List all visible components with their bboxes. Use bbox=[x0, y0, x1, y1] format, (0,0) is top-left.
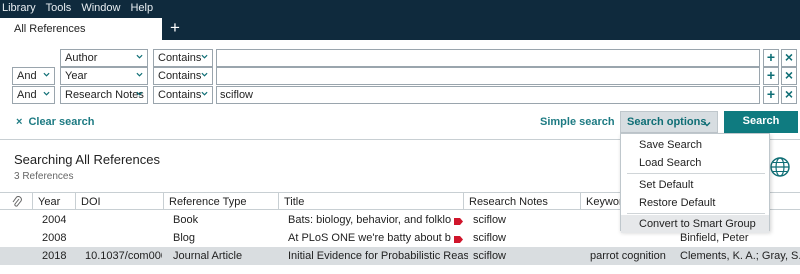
chevron-down-icon bbox=[43, 71, 50, 78]
chevron-down-icon bbox=[136, 90, 143, 97]
simple-search-link[interactable]: Simple search bbox=[540, 116, 615, 128]
results-count: 3 References bbox=[14, 171, 74, 182]
cell-year: 2018 bbox=[42, 250, 67, 262]
remove-row-button[interactable]: × bbox=[781, 67, 797, 85]
menu-library[interactable]: Library bbox=[2, 2, 36, 14]
chevron-down-icon bbox=[201, 90, 208, 97]
cell-author: Clements, K. A.; Gray, S. bbox=[680, 250, 800, 262]
menu-bar: Library Tools Window Help bbox=[0, 0, 800, 16]
menu-item-load-search[interactable]: Load Search bbox=[621, 154, 769, 172]
cell-reference-type: Blog bbox=[173, 232, 196, 244]
cell-title: At PLoS ONE we're batty about bats bbox=[288, 232, 451, 244]
menu-item-restore-default[interactable]: Restore Default bbox=[621, 194, 769, 212]
field-dropdown-label: Author bbox=[65, 52, 98, 64]
cell-research-notes: sciflow bbox=[473, 232, 507, 244]
boolean-dropdown-3[interactable]: And bbox=[12, 86, 55, 104]
search-row-2: And Year Contains + × bbox=[0, 67, 800, 85]
menu-item-save-search[interactable]: Save Search bbox=[621, 136, 769, 154]
operator-dropdown-label: Contains bbox=[158, 89, 202, 101]
chevron-down-icon bbox=[703, 119, 711, 131]
cell-title: Bats: biology, behavior, and folklore bbox=[288, 214, 451, 226]
attachment-column-header[interactable] bbox=[0, 193, 32, 210]
add-row-button[interactable]: + bbox=[763, 49, 779, 67]
search-options-button[interactable]: Search options bbox=[620, 111, 718, 133]
menu-window[interactable]: Window bbox=[81, 2, 120, 14]
search-value-input-3[interactable]: sciflow bbox=[216, 86, 760, 104]
boolean-dropdown-2[interactable]: And bbox=[12, 67, 55, 85]
menu-separator bbox=[627, 173, 765, 174]
field-dropdown-2[interactable]: Year bbox=[60, 67, 148, 85]
search-value-input-2[interactable] bbox=[216, 67, 760, 85]
tab-all-references[interactable]: All References bbox=[0, 18, 162, 40]
cell-title: Initial Evidence for Probabilistic Reaso… bbox=[288, 250, 468, 262]
chevron-down-icon bbox=[136, 53, 143, 60]
column-header-doi[interactable]: DOI bbox=[75, 193, 163, 210]
menu-help[interactable]: Help bbox=[130, 2, 153, 14]
chevron-down-icon bbox=[43, 90, 50, 97]
field-dropdown-label: Research Notes bbox=[65, 89, 144, 101]
chevron-down-icon bbox=[201, 53, 208, 60]
clear-search-link[interactable]: × Clear search bbox=[16, 116, 94, 128]
cell-reference-type: Journal Article bbox=[173, 250, 243, 262]
cell-research-notes: sciflow bbox=[473, 214, 507, 226]
cell-year: 2008 bbox=[42, 232, 67, 244]
cell-research-notes: sciflow bbox=[473, 250, 507, 262]
clear-search-label: Clear search bbox=[28, 116, 95, 128]
menu-item-set-default[interactable]: Set Default bbox=[621, 176, 769, 194]
chevron-down-icon bbox=[136, 71, 143, 78]
chevron-down-icon bbox=[201, 71, 208, 78]
operator-dropdown-3[interactable]: Contains bbox=[153, 86, 213, 104]
boolean-dropdown-label: And bbox=[17, 70, 37, 82]
search-options-menu: Save Search Load Search Set Default Rest… bbox=[620, 133, 770, 233]
cell-doi bbox=[80, 211, 85, 229]
menu-separator bbox=[627, 213, 765, 214]
column-header-year[interactable]: Year bbox=[32, 193, 75, 210]
menu-item-convert-to-smart-group[interactable]: Convert to Smart Group bbox=[621, 215, 769, 233]
search-value-input-1[interactable] bbox=[216, 49, 760, 67]
boolean-dropdown-label: And bbox=[17, 89, 37, 101]
field-dropdown-1[interactable]: Author bbox=[60, 49, 148, 67]
search-button[interactable]: Search bbox=[724, 111, 798, 133]
field-dropdown-3[interactable]: Research Notes bbox=[60, 86, 148, 104]
search-options-label: Search options bbox=[627, 116, 707, 128]
column-header-reference-type[interactable]: Reference Type bbox=[163, 193, 278, 210]
operator-dropdown-label: Contains bbox=[158, 70, 202, 82]
add-tab-button[interactable]: + bbox=[166, 19, 184, 37]
cell-doi bbox=[80, 229, 85, 247]
add-row-button[interactable]: + bbox=[763, 67, 779, 85]
paperclip-icon bbox=[12, 196, 22, 210]
cell-keywords bbox=[585, 211, 590, 229]
close-icon: × bbox=[16, 116, 23, 128]
cell-keywords: parrot cognition bbox=[590, 250, 666, 262]
operator-dropdown-label: Contains bbox=[158, 52, 202, 64]
table-row-selected[interactable]: 2018 10.1037/com000... Journal Article I… bbox=[0, 247, 800, 265]
operator-dropdown-1[interactable]: Contains bbox=[153, 49, 213, 67]
cell-reference-type: Book bbox=[173, 214, 199, 226]
menu-tools[interactable]: Tools bbox=[46, 2, 72, 14]
flag-icon bbox=[454, 234, 463, 243]
column-header-title[interactable]: Title bbox=[278, 193, 463, 210]
flag-icon bbox=[454, 216, 463, 225]
operator-dropdown-2[interactable]: Contains bbox=[153, 67, 213, 85]
field-dropdown-label: Year bbox=[65, 70, 88, 82]
results-heading: Searching All References bbox=[14, 152, 160, 167]
globe-icon[interactable] bbox=[769, 156, 791, 178]
remove-row-button[interactable]: × bbox=[781, 86, 797, 104]
cell-keywords bbox=[585, 229, 590, 247]
add-row-button[interactable]: + bbox=[763, 86, 779, 104]
tab-bar: All References + bbox=[0, 16, 800, 40]
remove-row-button[interactable]: × bbox=[781, 49, 797, 67]
cell-doi: 10.1037/com000... bbox=[85, 250, 162, 262]
column-header-research-notes[interactable]: Research Notes bbox=[463, 193, 580, 210]
cell-year: 2004 bbox=[42, 214, 67, 226]
search-row-1: Author Contains + × bbox=[0, 49, 800, 67]
search-row-3: And Research Notes Contains sciflow + × bbox=[0, 86, 800, 104]
